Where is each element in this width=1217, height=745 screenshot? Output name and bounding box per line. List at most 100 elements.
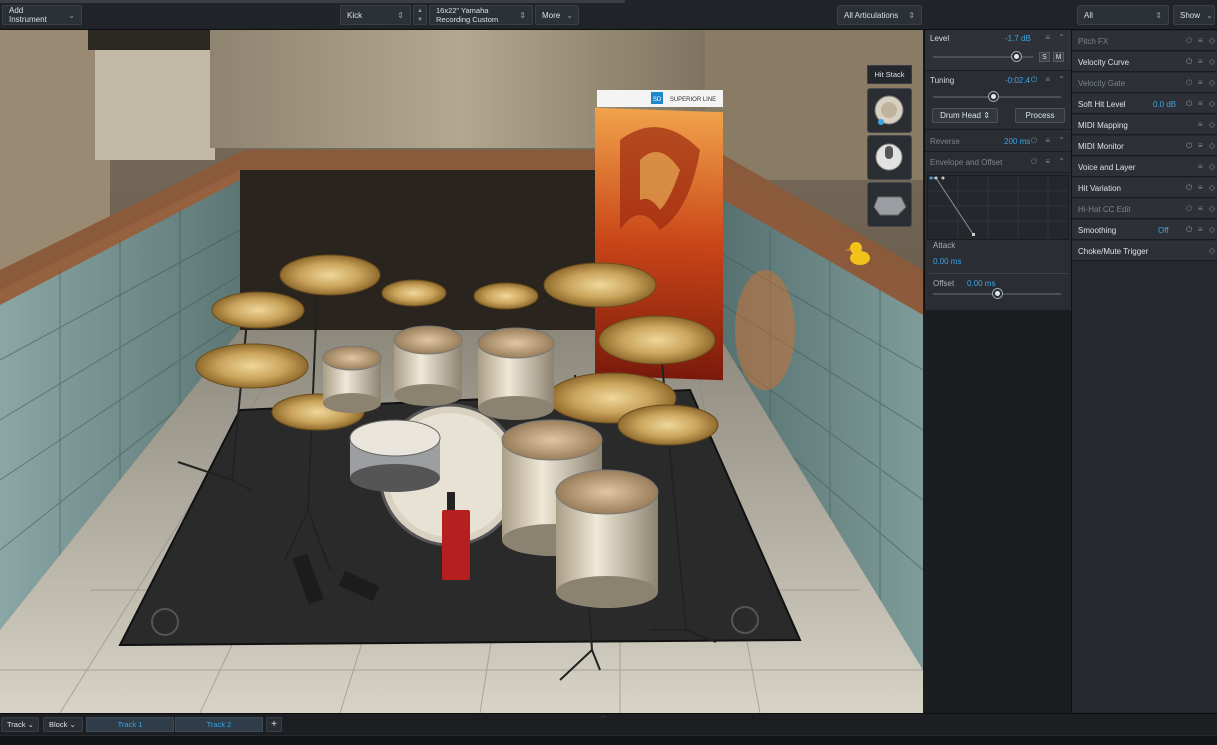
updown-icon: ⇕ — [519, 10, 526, 20]
track-menu-button[interactable]: Track ⌄ — [1, 717, 39, 732]
add-instrument-button[interactable]: Add Instrument ⌄ — [2, 5, 82, 25]
preset-stepper[interactable]: ▲ ▼ — [413, 5, 427, 25]
menu-icon[interactable]: ≡ — [1198, 36, 1203, 45]
power-icon[interactable]: ⏻ — [1186, 57, 1192, 67]
instrument-select-value: Kick — [347, 10, 363, 20]
power-icon[interactable]: ⏻ — [1186, 141, 1192, 151]
chevron-up-icon[interactable]: ▲ — [417, 8, 423, 14]
feature-item[interactable]: MIDI Mapping ≡ ◇ — [1072, 115, 1217, 135]
block-menu-label: Block — [49, 720, 68, 729]
power-icon[interactable]: ⏻ — [1186, 225, 1192, 235]
expand-icon[interactable]: ◇ — [1209, 78, 1215, 87]
level-slider-knob[interactable] — [1011, 52, 1021, 61]
expand-icon[interactable]: ◇ — [1209, 141, 1215, 150]
expand-icon[interactable]: ◇ — [1209, 183, 1215, 192]
feature-item[interactable]: Hit Variation ⏻ ≡ ◇ — [1072, 178, 1217, 198]
hit-stack-mic-thumb[interactable] — [867, 135, 912, 180]
block-menu-button[interactable]: Block ⌄ — [43, 717, 83, 732]
feature-item-label: Voice and Layer — [1078, 163, 1136, 172]
hit-stack-pad-thumb[interactable] — [867, 182, 912, 227]
reverse-value[interactable]: 200 ms — [1004, 137, 1030, 146]
offset-value[interactable]: 0.00 ms — [967, 279, 995, 288]
level-menu-icons[interactable]: ≡ ⌃ — [1045, 33, 1068, 42]
offset-slider-knob[interactable] — [992, 289, 1002, 298]
add-instrument-label: Add Instrument — [9, 6, 47, 24]
menu-icon[interactable]: ≡ — [1198, 225, 1203, 234]
kick-drum-icon — [874, 95, 904, 125]
filter-select[interactable]: All ⇕ — [1077, 5, 1169, 25]
feature-item[interactable]: MIDI Monitor ⏻ ≡ ◇ — [1072, 136, 1217, 156]
power-icon[interactable]: ⏻ — [1186, 183, 1192, 193]
attack-value[interactable]: 0.00 ms — [933, 257, 961, 266]
tab-track-2[interactable]: Track 2 — [175, 717, 263, 732]
feature-item[interactable]: Velocity Curve ⏻ ≡ ◇ — [1072, 52, 1217, 72]
resize-grip-icon[interactable]: ⋯ — [600, 713, 607, 721]
timeline-scroll-strip[interactable] — [0, 735, 1217, 745]
power-icon[interactable]: ⏻ — [1031, 157, 1040, 166]
expand-icon[interactable]: ◇ — [1209, 225, 1215, 234]
menu-icon[interactable]: ≡ — [1198, 120, 1203, 129]
expand-icon[interactable]: ◇ — [1209, 99, 1215, 108]
tuning-value[interactable]: -0:02.4 — [1005, 76, 1030, 85]
power-icon[interactable]: ⏻ — [1186, 99, 1192, 109]
process-button[interactable]: Process — [1015, 108, 1065, 123]
reverse-label: Reverse — [930, 137, 960, 146]
level-row: Level -1.7 dB ≡ ⌃ S M — [925, 30, 1072, 71]
chevron-down-icon: ⌄ — [68, 10, 75, 20]
envelope-icons[interactable]: ⏻ ≡ ⌃ — [1031, 157, 1068, 167]
feature-item[interactable]: Pitch FX ⏻ ≡ ◇ — [1072, 31, 1217, 51]
menu-icon[interactable]: ≡ — [1198, 162, 1203, 171]
menu-icon[interactable]: ≡ — [1198, 57, 1203, 66]
expand-icon[interactable]: ◇ — [1209, 120, 1215, 129]
drum-pad-icon — [873, 196, 907, 216]
add-track-button[interactable]: + — [266, 717, 282, 732]
mute-button[interactable]: M — [1053, 52, 1064, 62]
menu-icon[interactable]: ≡ — [1198, 204, 1203, 213]
track-menu-label: Track — [7, 720, 26, 729]
show-button[interactable]: Show ⌄ — [1173, 5, 1215, 25]
level-label: Level — [930, 34, 950, 43]
power-icon[interactable]: ⏻ — [1031, 75, 1040, 84]
feature-item[interactable]: Soft Hit Level 0.0 dB ⏻ ≡ ◇ — [1072, 94, 1217, 114]
expand-icon[interactable]: ◇ — [1209, 36, 1215, 45]
hit-stack-button[interactable]: Hit Stack — [867, 65, 912, 84]
feature-item[interactable]: Hi-Hat CC Edit ⏻ ≡ ◇ — [1072, 199, 1217, 219]
reverse-icons[interactable]: ⏻ ≡ ⌃ — [1031, 136, 1068, 146]
menu-icon[interactable]: ≡ — [1198, 99, 1203, 108]
menu-icon[interactable]: ≡ — [1198, 183, 1203, 192]
tuning-icons[interactable]: ⏻ ≡ ⌃ — [1031, 75, 1068, 85]
expand-icon[interactable]: ◇ — [1209, 162, 1215, 171]
power-icon[interactable]: ⏻ — [1186, 204, 1192, 214]
drum-stage[interactable]: SD SUPERIOR LINE Hit Stack — [0, 30, 923, 713]
preset-select[interactable]: 16x22" Yamaha Recording Custom ⇕ — [429, 5, 533, 25]
divider — [929, 273, 1068, 274]
expand-icon[interactable]: ◇ — [1209, 57, 1215, 66]
expand-icon[interactable]: ◇ — [1209, 204, 1215, 213]
instrument-select[interactable]: Kick ⇕ — [340, 5, 411, 25]
solo-button[interactable]: S — [1039, 52, 1050, 62]
more-button[interactable]: More ⌄ — [535, 5, 579, 25]
feature-item-value[interactable]: Off — [1158, 226, 1169, 235]
power-icon[interactable]: ⏻ — [1031, 136, 1040, 145]
feature-item[interactable]: Choke/Mute Trigger ◇ — [1072, 241, 1217, 261]
updown-icon: ⇕ — [908, 10, 915, 20]
tab-track-1[interactable]: Track 1 — [86, 717, 174, 732]
tuning-slider-knob[interactable] — [988, 92, 998, 101]
articulations-select[interactable]: All Articulations ⇕ — [837, 5, 922, 25]
power-icon[interactable]: ⏻ — [1186, 36, 1192, 46]
tuning-label: Tuning — [930, 76, 955, 85]
level-value[interactable]: -1.7 dB — [1005, 34, 1031, 43]
envelope-graph[interactable] — [927, 175, 1069, 240]
hit-stack-kick-thumb[interactable] — [867, 88, 912, 133]
feature-item[interactable]: Smoothing Off ⏻ ≡ ◇ — [1072, 220, 1217, 240]
expand-icon[interactable]: ◇ — [1209, 246, 1215, 255]
chevron-down-icon[interactable]: ▼ — [417, 17, 423, 23]
drum-head-select[interactable]: Drum Head ⇕ — [932, 108, 998, 123]
feature-item[interactable]: Voice and Layer ≡ ◇ — [1072, 157, 1217, 177]
feature-item-value[interactable]: 0.0 dB — [1153, 100, 1176, 109]
banner-badge-text: SD — [653, 97, 662, 103]
menu-icon[interactable]: ≡ — [1198, 78, 1203, 87]
feature-item[interactable]: Velocity Gate ⏻ ≡ ◇ — [1072, 73, 1217, 93]
menu-icon[interactable]: ≡ — [1198, 141, 1203, 150]
power-icon[interactable]: ⏻ — [1186, 78, 1192, 88]
